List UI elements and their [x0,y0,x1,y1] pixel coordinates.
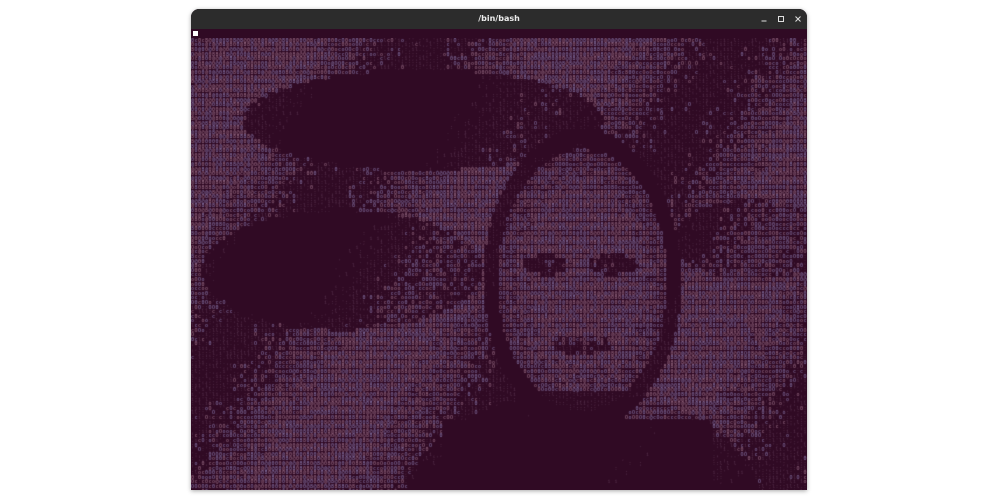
close-icon [795,16,801,22]
window-title: /bin/bash [478,14,520,23]
maximize-icon [778,16,784,22]
minimize-icon [761,20,767,22]
close-button[interactable] [790,11,806,27]
maximize-button[interactable] [773,11,789,27]
minimize-button[interactable] [756,11,772,27]
ascii-webcam-art [191,38,807,490]
terminal-output[interactable] [191,29,807,490]
terminal-window: /bin/bash [191,9,807,490]
title-bar[interactable]: /bin/bash [191,9,807,29]
text-cursor [193,31,198,36]
